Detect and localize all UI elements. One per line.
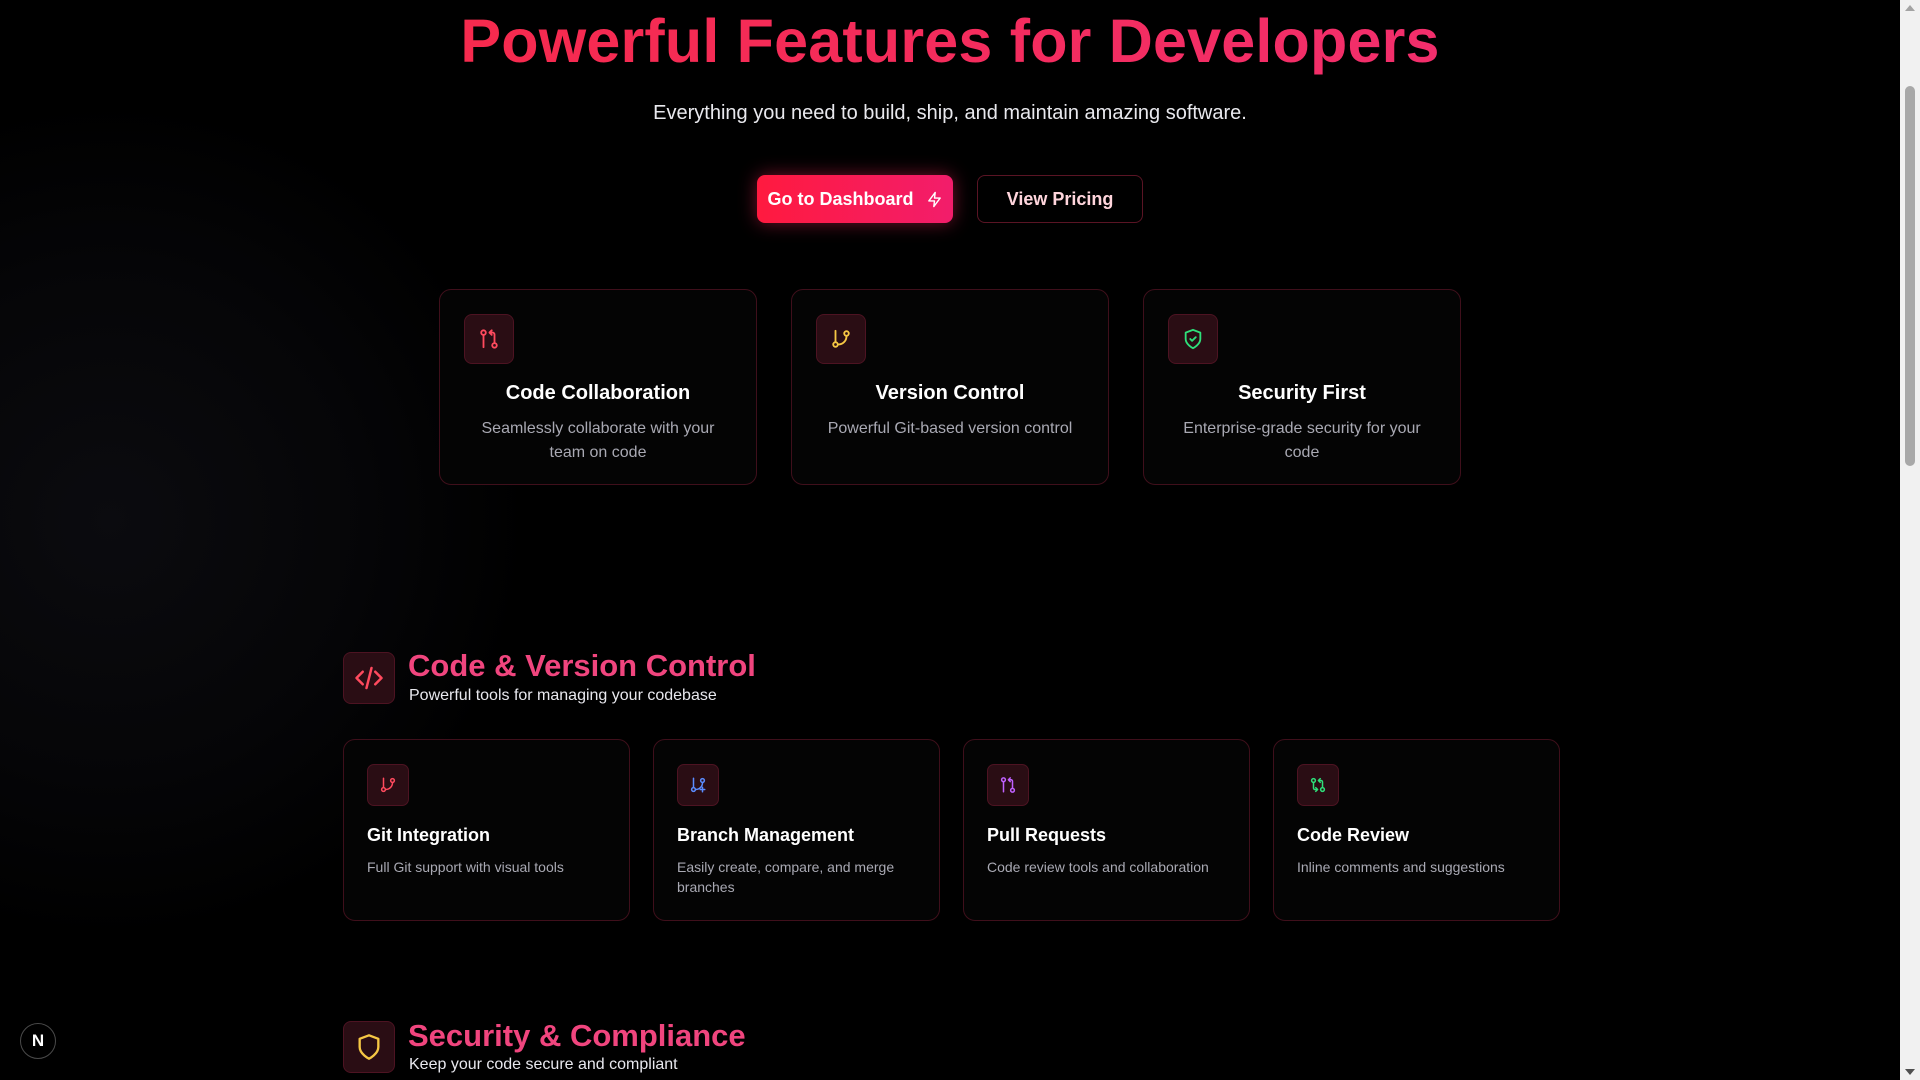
card-description: Full Git support with visual tools <box>367 859 564 875</box>
icon-container <box>464 314 514 364</box>
feature-card-git-integration: Git Integration Full Git support with vi… <box>343 739 630 921</box>
section-subtitle: Powerful tools for managing your codebas… <box>409 687 717 704</box>
git-pull-request-icon <box>480 329 498 349</box>
git-branch-plus-icon <box>690 777 706 793</box>
card-title: Code Review <box>1297 825 1410 845</box>
icon-container <box>367 764 409 806</box>
feature-card-branch-management: Branch Management Easily create, compare… <box>653 739 940 921</box>
icon-container <box>1168 314 1218 364</box>
icon-container <box>1297 764 1339 806</box>
feature-card-version-control: Version Control Powerful Git-based versi… <box>791 289 1109 485</box>
feature-card-security-first: Security First Enterprise-grade security… <box>1143 289 1461 485</box>
git-branch-icon <box>832 329 850 348</box>
section-subtitle: Keep your code secure and compliant <box>409 1056 678 1073</box>
scroll-up-arrow-icon[interactable] <box>1905 5 1915 11</box>
card-description: Easily create, compare, and merge branch… <box>677 859 895 895</box>
view-pricing-label: View Pricing <box>1006 188 1114 209</box>
card-description: Powerful Git-based version control <box>827 420 1073 437</box>
page-subtitle: Everything you need to build, ship, and … <box>653 102 1247 124</box>
feature-card-code-review: Code Review Inline comments and suggesti… <box>1273 739 1560 921</box>
card-title: Git Integration <box>367 825 490 845</box>
section-title: Security & Compliance <box>408 1018 746 1053</box>
section-icon-container <box>343 1021 395 1073</box>
section-icon-container <box>343 652 395 704</box>
feature-card-code-collaboration: Code Collaboration Seamlessly collaborat… <box>439 289 757 485</box>
view-pricing-button[interactable]: View Pricing <box>977 175 1143 223</box>
icon-container <box>677 764 719 806</box>
git-branch-icon <box>380 777 396 793</box>
card-description: Code review tools and collaboration <box>987 859 1209 875</box>
vertical-scrollbar[interactable] <box>1900 0 1920 1080</box>
code-icon <box>355 666 383 690</box>
card-title: Code Collaboration <box>505 382 691 404</box>
next-badge-letter: N <box>31 1031 45 1050</box>
card-description: Enterprise-grade security for your code <box>1183 420 1421 461</box>
page: Powerful Features for Developers Everyth… <box>0 0 1900 1080</box>
go-to-dashboard-label: Go to Dashboard <box>767 188 914 209</box>
shield-icon <box>358 1034 380 1060</box>
card-title: Pull Requests <box>987 825 1107 845</box>
card-description: Seamlessly collaborate with your team on… <box>481 420 715 461</box>
page-title: Powerful Features for Developers <box>0 6 1900 76</box>
section-title: Code & Version Control <box>408 648 756 683</box>
icon-container <box>987 764 1029 806</box>
feature-card-pull-requests: Pull Requests Code review tools and coll… <box>963 739 1250 921</box>
next-dev-indicator-button[interactable]: N <box>20 1023 56 1059</box>
card-description: Inline comments and suggestions <box>1297 859 1505 875</box>
card-title: Security First <box>1238 382 1366 404</box>
scrollbar-thumb[interactable] <box>1905 86 1915 466</box>
shield-check-icon <box>1184 328 1202 350</box>
card-title: Version Control <box>875 382 1025 404</box>
card-title: Branch Management <box>677 825 855 845</box>
go-to-dashboard-button[interactable]: Go to Dashboard <box>757 175 953 223</box>
icon-container <box>816 314 866 364</box>
scroll-down-arrow-icon[interactable] <box>1905 1069 1915 1075</box>
git-compare-icon <box>1310 777 1326 793</box>
zap-icon <box>927 191 941 207</box>
git-pull-request-icon <box>1000 777 1016 793</box>
